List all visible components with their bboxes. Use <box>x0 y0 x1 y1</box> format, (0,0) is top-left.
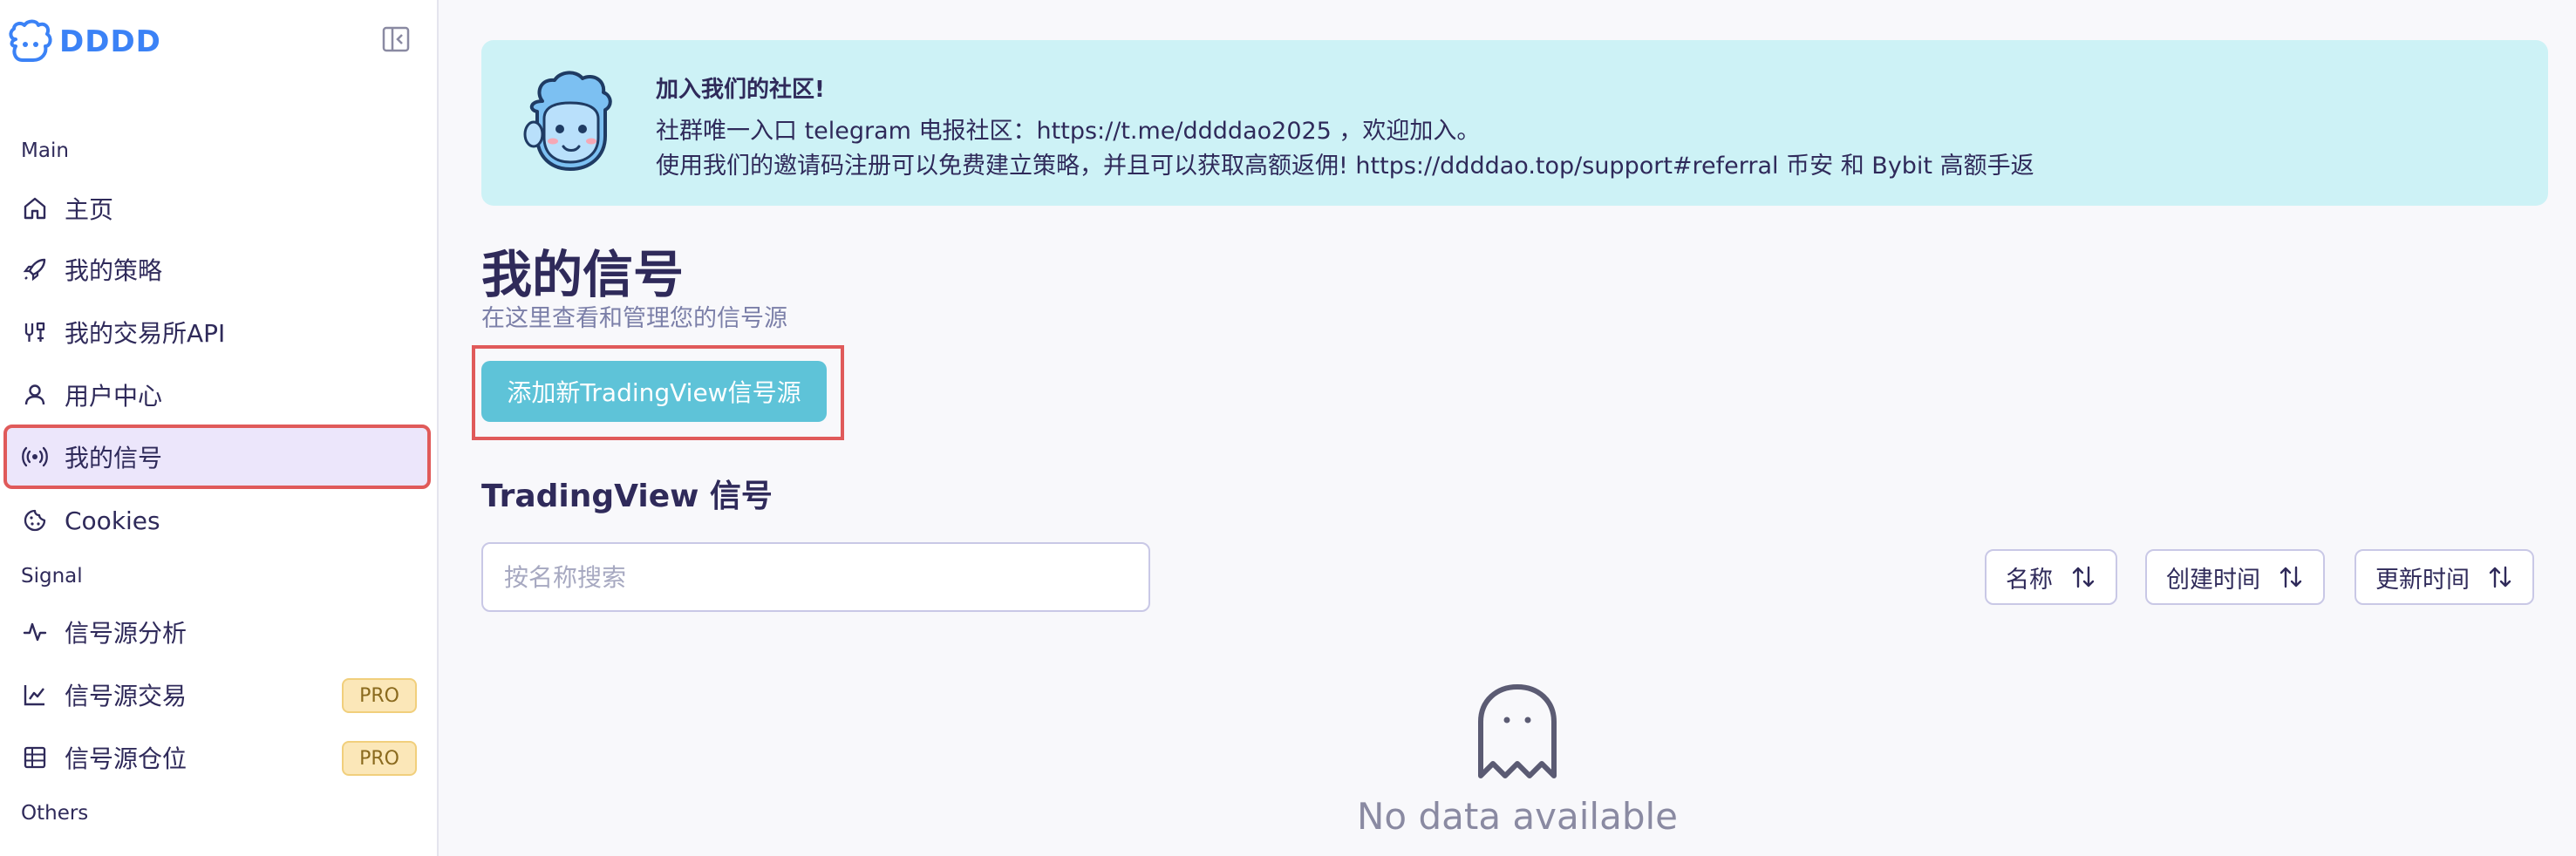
search-input[interactable] <box>481 542 1150 612</box>
pro-badge: PRO <box>342 741 417 776</box>
sort-arrows-icon <box>2072 566 2095 588</box>
exchange-api-icon <box>21 318 49 346</box>
sidebar-item-label: 我的信号 <box>65 444 163 472</box>
sidebar-item-strategies[interactable]: 我的策略 <box>7 241 427 298</box>
sidebar-item-label: 主页 <box>65 195 114 224</box>
empty-state-text: No data available <box>1357 795 1678 838</box>
sort-arrows-icon <box>2489 566 2511 588</box>
broadcast-icon <box>21 443 49 471</box>
ghost-icon <box>1478 684 1557 778</box>
user-icon <box>21 381 49 409</box>
sidebar-item-label: 我的交易所API <box>65 319 226 348</box>
sort-arrows-icon <box>2280 566 2302 588</box>
sort-label: 更新时间 <box>2375 566 2470 594</box>
sidebar-item-label: 信号源分析 <box>65 619 187 648</box>
sidebar-item-label: 信号源交易 <box>65 682 187 710</box>
sidebar-item-label: 我的策略 <box>65 256 163 285</box>
community-banner: 加入我们的社区! 社群唯一入口 telegram 电报社区：https://t.… <box>481 40 2548 206</box>
sidebar-item-user-center[interactable]: 用户中心 <box>7 366 427 424</box>
brand-logo[interactable]: DDDD <box>7 17 161 66</box>
sidebar-item-home[interactable]: 主页 <box>7 180 427 237</box>
empty-state: No data available <box>1308 680 1727 838</box>
sidebar-item-cookies[interactable]: Cookies <box>7 492 427 549</box>
page-subtitle: 在这里查看和管理您的信号源 <box>481 305 787 332</box>
home-icon <box>21 194 49 222</box>
sidebar-item-label: 用户中心 <box>65 382 163 411</box>
sidebar-item-label: Cookies <box>65 506 160 535</box>
banner-title: 加入我们的社区! <box>656 77 825 103</box>
pro-badge: PRO <box>342 678 417 713</box>
section-title-tradingview: TradingView 信号 <box>481 479 773 514</box>
section-title-signal: Signal <box>21 565 83 588</box>
sidebar-item-exchange-api[interactable]: 我的交易所API <box>7 303 427 361</box>
mascot-illustration <box>518 66 623 183</box>
sidebar-item-my-signals[interactable]: 我的信号 <box>3 425 431 489</box>
section-title-others: Others <box>21 802 89 825</box>
sidebar-item-signal-analysis[interactable]: 信号源分析 <box>7 603 427 661</box>
sort-by-updated-button[interactable]: 更新时间 <box>2355 549 2534 605</box>
table-icon <box>21 744 49 771</box>
section-title-main: Main <box>21 139 69 162</box>
sidebar-item-label: 信号源仓位 <box>65 744 187 773</box>
sort-by-name-button[interactable]: 名称 <box>1985 549 2117 605</box>
sort-label: 创建时间 <box>2166 566 2260 594</box>
brand-name: DDDD <box>59 24 161 59</box>
chart-line-icon <box>21 681 49 709</box>
banner-telegram-text[interactable]: 社群唯一入口 telegram 电报社区：https://t.me/ddddao… <box>656 112 1480 146</box>
sidebar-item-signal-trading[interactable]: 信号源交易 PRO <box>7 666 427 724</box>
sort-label: 名称 <box>2006 566 2053 594</box>
logo-mascot-icon <box>9 19 52 62</box>
cookie-icon <box>21 506 49 534</box>
rocket-icon <box>21 255 49 283</box>
sidebar-collapse-icon <box>382 26 410 52</box>
pulse-icon <box>21 618 49 646</box>
collapse-sidebar-button[interactable] <box>381 24 411 54</box>
sidebar-item-signal-positions[interactable]: 信号源仓位 PRO <box>7 729 427 786</box>
sort-by-created-button[interactable]: 创建时间 <box>2145 549 2325 605</box>
add-tradingview-signal-button[interactable]: 添加新TradingView信号源 <box>481 361 827 422</box>
banner-referral-text[interactable]: 使用我们的邀请码注册可以免费建立策略，并且可以获取高额返佣! https://d… <box>656 146 2034 180</box>
sidebar: DDDD Main 主页 我的策略 我的交易所API 用户中心 我的信号 Coo… <box>0 0 439 856</box>
page-title: 我的信号 <box>481 245 685 304</box>
